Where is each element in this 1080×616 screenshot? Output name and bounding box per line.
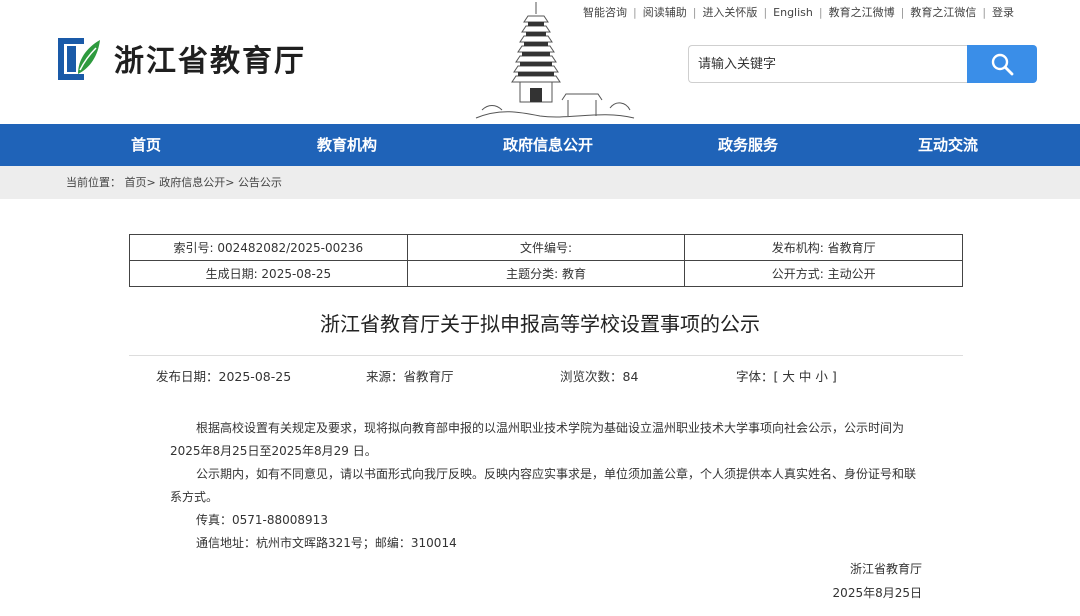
article-paragraph: 根据高校设置有关规定及要求，现将拟向教育部申报的以温州职业技术学院为基础设立温州…: [170, 421, 905, 458]
table-row: 生成日期: 2025-08-25 主题分类: 教育 公开方式: 主动公开: [129, 260, 963, 287]
divider: |: [900, 6, 905, 19]
font-size-close: ]: [831, 369, 837, 384]
nav-item-institutions[interactable]: 教育机构: [317, 124, 377, 166]
logo-icon: [58, 38, 100, 80]
toplink-care-mode[interactable]: 进入关怀版: [702, 4, 757, 22]
divider: |: [982, 6, 987, 19]
search-button[interactable]: [967, 45, 1037, 83]
toplink-english[interactable]: English: [773, 4, 813, 22]
article-paragraph: 公示期内，如有不同意见，请以书面形式向我厅反映。反映内容应实事求是，单位须加盖公…: [170, 467, 917, 504]
main-nav: 首页 教育机构 政府信息公开 政务服务 互动交流: [0, 124, 1080, 166]
toplink-login[interactable]: 登录: [992, 4, 1014, 22]
font-size-control: 字体：[ 大 中 小 ]: [736, 366, 837, 385]
breadcrumb-separator: >: [146, 176, 156, 189]
breadcrumb-item-notices[interactable]: 公告公示: [238, 176, 282, 189]
meta-disclosure: 公开方式: 主动公开: [684, 260, 963, 287]
breadcrumb-separator: >: [225, 176, 235, 189]
meta-index-number: 索引号: 002482082/2025-00236: [129, 234, 408, 261]
toplink-wechat[interactable]: 教育之江微信: [910, 4, 976, 22]
table-row: 索引号: 002482082/2025-00236 文件编号: 发布机构: 省教…: [129, 234, 963, 261]
divider: [129, 355, 963, 356]
nav-item-services[interactable]: 政务服务: [718, 124, 778, 166]
font-size-small-button[interactable]: 小: [815, 369, 828, 384]
address-line: 通信地址：杭州市文晖路321号；邮编：310014: [196, 536, 457, 550]
meta-document-number: 文件编号:: [406, 234, 686, 261]
font-size-label: 字体：[: [736, 369, 779, 384]
view-count: 浏览次数：84: [560, 369, 639, 384]
page: 浙江省教育厅 智能咨询 | 阅读辅助 | 进入关怀版 | English | 教…: [0, 0, 1080, 616]
breadcrumb: 当前位置： 首页> 政府信息公开> 公告公示: [0, 166, 1080, 199]
site-name: 浙江省教育厅: [114, 44, 306, 79]
font-size-large-button[interactable]: 大: [782, 369, 795, 384]
divider: |: [763, 6, 768, 19]
top-links: 智能咨询 | 阅读辅助 | 进入关怀版 | English | 教育之江微博 |…: [583, 4, 1014, 22]
article-body: 根据高校设置有关规定及要求，现将拟向教育部申报的以温州职业技术学院为基础设立温州…: [170, 417, 925, 555]
divider: |: [692, 6, 697, 19]
breadcrumb-item-gov-info[interactable]: 政府信息公开: [159, 176, 225, 189]
font-size-medium-button[interactable]: 中: [799, 369, 812, 384]
toplink-smart-consult[interactable]: 智能咨询: [583, 4, 627, 22]
toplink-reading-assist[interactable]: 阅读辅助: [643, 4, 687, 22]
search-box: [688, 45, 1037, 83]
search-input[interactable]: [688, 45, 967, 83]
meta-topic: 主题分类: 教育: [406, 260, 686, 287]
divider: |: [633, 6, 637, 19]
site-logo[interactable]: 浙江省教育厅: [54, 30, 306, 86]
toplink-weibo[interactable]: 教育之江微博: [829, 4, 895, 22]
nav-item-interaction[interactable]: 互动交流: [918, 124, 978, 166]
meta-created-date: 生成日期: 2025-08-25: [129, 260, 408, 287]
nav-item-home[interactable]: 首页: [131, 124, 161, 166]
publish-date: 发布日期：2025-08-25: [156, 369, 292, 384]
fax-line: 传真：0571-88008913: [196, 513, 328, 527]
signature-org: 浙江省教育厅: [849, 562, 922, 576]
header: 浙江省教育厅 智能咨询 | 阅读辅助 | 进入关怀版 | English | 教…: [0, 0, 1080, 124]
breadcrumb-item-home[interactable]: 首页: [125, 176, 147, 189]
search-icon: [991, 53, 1014, 76]
divider: |: [818, 6, 823, 19]
document-meta-table: 索引号: 002482082/2025-00236 文件编号: 发布机构: 省教…: [129, 234, 963, 287]
article-title: 浙江省教育厅关于拟申报高等学校设置事项的公示: [320, 312, 760, 336]
article-source: 来源：省教育厅: [366, 369, 454, 384]
breadcrumb-label: 当前位置：: [66, 176, 121, 189]
signature-date: 2025年8月25日: [832, 586, 922, 600]
meta-publisher: 发布机构: 省教育厅: [684, 234, 963, 261]
nav-item-gov-info[interactable]: 政府信息公开: [503, 124, 593, 166]
